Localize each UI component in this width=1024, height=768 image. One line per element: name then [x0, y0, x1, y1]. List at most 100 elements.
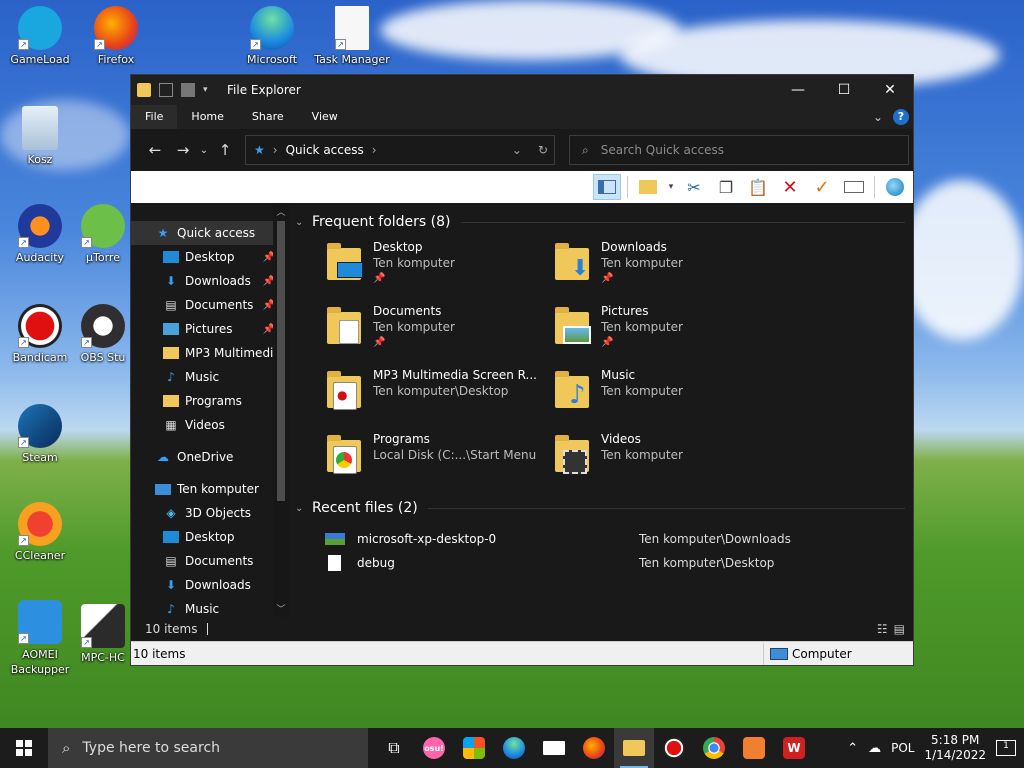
- taskbar-app-bandicam[interactable]: [654, 728, 694, 768]
- scrollbar-thumb[interactable]: [277, 221, 285, 501]
- start-button[interactable]: [0, 728, 48, 768]
- onedrive-tray-icon[interactable]: ☁: [868, 741, 881, 756]
- large-icons-view-icon[interactable]: ▤: [894, 622, 905, 636]
- taskbar-app-edge[interactable]: [494, 728, 534, 768]
- folder-tile-documents[interactable]: Documents Ten komputer 📌: [325, 303, 553, 357]
- taskbar-search-input[interactable]: Type here to search: [82, 740, 220, 756]
- folder-tile-music[interactable]: ♪ Music Ten komputer: [553, 367, 781, 421]
- check-icon[interactable]: ✓: [808, 174, 836, 200]
- up-arrow-icon[interactable]: ↑: [211, 141, 239, 159]
- nav-scrollbar[interactable]: ︿ ﹀: [273, 203, 289, 617]
- taskbar-search[interactable]: ⌕ Type here to search: [48, 728, 368, 768]
- nav-item-pictures[interactable]: Pictures 📌: [131, 317, 289, 341]
- close-button[interactable]: ✕: [867, 75, 913, 105]
- collapse-chevron-icon[interactable]: ⌄: [295, 503, 309, 514]
- list-item[interactable]: microsoft-xp-desktop-0 Ten komputer\Down…: [325, 527, 913, 551]
- forward-arrow-icon[interactable]: →: [169, 141, 197, 159]
- desktop-icon-obs-studio[interactable]: ↗ OBS Stu: [76, 304, 130, 365]
- show-hidden-icons-icon[interactable]: ⌃: [847, 741, 858, 756]
- chevron-down-icon[interactable]: ▾: [203, 83, 217, 97]
- desktop-icon-firefox[interactable]: ↗ Firefox: [76, 6, 156, 67]
- recent-files-header[interactable]: ⌄ Recent files (2): [295, 495, 913, 521]
- taskbar-app-file-explorer[interactable]: [614, 728, 654, 768]
- details-view-icon[interactable]: ☷: [877, 622, 888, 636]
- desktop-icon-aomei-backupper[interactable]: ↗ AOMEI Backupper: [0, 600, 80, 677]
- properties-icon[interactable]: [159, 83, 173, 97]
- list-item[interactable]: debug Ten komputer\Desktop: [325, 551, 913, 575]
- nav-item-music[interactable]: ♪ Music: [131, 365, 289, 389]
- taskbar-app-chrome[interactable]: [694, 728, 734, 768]
- breadcrumb-separator-icon: ›: [371, 143, 377, 157]
- nav-item-onedrive[interactable]: ☁ OneDrive: [131, 445, 289, 469]
- tab-view[interactable]: View: [298, 105, 352, 129]
- folder-tile-mp3-multimedia[interactable]: ● MP3 Multimedia Screen R... Ten komputer…: [325, 367, 553, 421]
- nav-item-desktop[interactable]: Desktop 📌: [131, 245, 289, 269]
- back-arrow-icon[interactable]: ←: [141, 141, 169, 159]
- folder-options-icon[interactable]: [634, 174, 662, 200]
- paste-icon[interactable]: 📋: [744, 174, 772, 200]
- maximize-button[interactable]: ☐: [821, 75, 867, 105]
- address-dropdown-icon[interactable]: ⌄: [512, 143, 522, 157]
- nav-item-downloads-pc[interactable]: ⬇ Downloads: [131, 573, 289, 597]
- breadcrumb-quick-access[interactable]: Quick access: [286, 143, 364, 157]
- taskbar-app-wps[interactable]: W: [774, 728, 814, 768]
- search-input[interactable]: Search Quick access: [601, 143, 724, 157]
- expand-ribbon-icon[interactable]: ⌄: [873, 110, 883, 124]
- task-view-button[interactable]: ⧉: [374, 728, 414, 768]
- notification-center-icon[interactable]: 1: [996, 740, 1016, 756]
- taskbar-app-firefox[interactable]: [574, 728, 614, 768]
- frequent-folders-header[interactable]: ⌄ Frequent folders (8): [295, 209, 913, 235]
- collapse-chevron-icon[interactable]: ⌄: [295, 217, 309, 228]
- delete-icon[interactable]: ✕: [776, 174, 804, 200]
- tab-share[interactable]: Share: [238, 105, 298, 129]
- nav-item-programs[interactable]: Programs: [131, 389, 289, 413]
- desktop-icon-bandicam[interactable]: ↗ Bandicam: [0, 304, 80, 365]
- folder-tile-downloads[interactable]: ⬇ Downloads Ten komputer 📌: [553, 239, 781, 293]
- nav-item-quick-access[interactable]: ★ Quick access: [131, 221, 289, 245]
- address-bar[interactable]: ★ › Quick access › ⌄ ↻: [245, 135, 555, 165]
- nav-item-documents[interactable]: ▤ Documents 📌: [131, 293, 289, 317]
- taskbar-app-store[interactable]: [454, 728, 494, 768]
- nav-item-this-pc[interactable]: Ten komputer: [131, 477, 289, 501]
- chevron-down-icon[interactable]: ▾: [666, 174, 676, 200]
- recent-locations-icon[interactable]: ⌄: [197, 145, 211, 156]
- scroll-down-icon[interactable]: ﹀: [273, 602, 289, 615]
- nav-item-mp3-multimedia[interactable]: MP3 Multimedia: [131, 341, 289, 365]
- minimize-button[interactable]: —: [775, 75, 821, 105]
- search-box[interactable]: ⌕ Search Quick access: [569, 135, 909, 165]
- desktop-icon-utorrent[interactable]: ↗ μTorre: [76, 204, 130, 265]
- tab-home[interactable]: Home: [177, 105, 237, 129]
- tab-file[interactable]: File: [131, 105, 178, 129]
- desktop-icon-ccleaner[interactable]: ↗ CCleaner: [0, 502, 80, 563]
- cut-icon[interactable]: ✂: [680, 174, 708, 200]
- folder-tile-desktop[interactable]: Desktop Ten komputer 📌: [325, 239, 553, 293]
- nav-item-3d-objects[interactable]: ◈ 3D Objects: [131, 501, 289, 525]
- taskbar-app-mail[interactable]: [534, 728, 574, 768]
- copy-icon[interactable]: ❐: [712, 174, 740, 200]
- clock[interactable]: 5:18 PM 1/14/2022: [924, 733, 986, 763]
- preview-pane-icon[interactable]: [593, 174, 621, 200]
- folder-tile-videos[interactable]: Videos Ten komputer: [553, 431, 781, 485]
- desktop-icon-mpc-hc[interactable]: ↗ MPC-HC: [76, 604, 130, 665]
- scroll-up-icon[interactable]: ︿: [273, 205, 289, 218]
- desktop-icon-task-manager[interactable]: ↗ Task Manager: [312, 6, 392, 67]
- new-folder-icon[interactable]: [181, 83, 195, 97]
- taskbar-app-osu[interactable]: osu!: [414, 728, 454, 768]
- desktop-icon-recycle-bin[interactable]: Kosz: [0, 106, 80, 167]
- desktop-icon-steam[interactable]: ↗ Steam: [0, 404, 80, 465]
- refresh-icon[interactable]: ↻: [538, 143, 548, 157]
- nav-item-documents-pc[interactable]: ▤ Documents: [131, 549, 289, 573]
- folder-tile-pictures[interactable]: Pictures Ten komputer 📌: [553, 303, 781, 357]
- folder-tile-programs[interactable]: Programs Local Disk (C:...\Start Menu: [325, 431, 553, 485]
- desktop-icon-gameload[interactable]: ↗ GameLoad: [0, 6, 80, 67]
- nav-item-downloads[interactable]: ⬇ Downloads 📌: [131, 269, 289, 293]
- desktop-icon-audacity[interactable]: ↗ Audacity: [0, 204, 80, 265]
- language-indicator[interactable]: POL: [891, 741, 914, 755]
- taskbar-app-media-player[interactable]: [734, 728, 774, 768]
- nav-item-videos[interactable]: ▦ Videos: [131, 413, 289, 437]
- help-icon[interactable]: ?: [893, 109, 909, 125]
- globe-icon[interactable]: [881, 174, 909, 200]
- desktop-icon-microsoft-edge[interactable]: ↗ Microsoft: [232, 6, 312, 67]
- rename-icon[interactable]: [840, 174, 868, 200]
- nav-item-desktop-pc[interactable]: Desktop: [131, 525, 289, 549]
